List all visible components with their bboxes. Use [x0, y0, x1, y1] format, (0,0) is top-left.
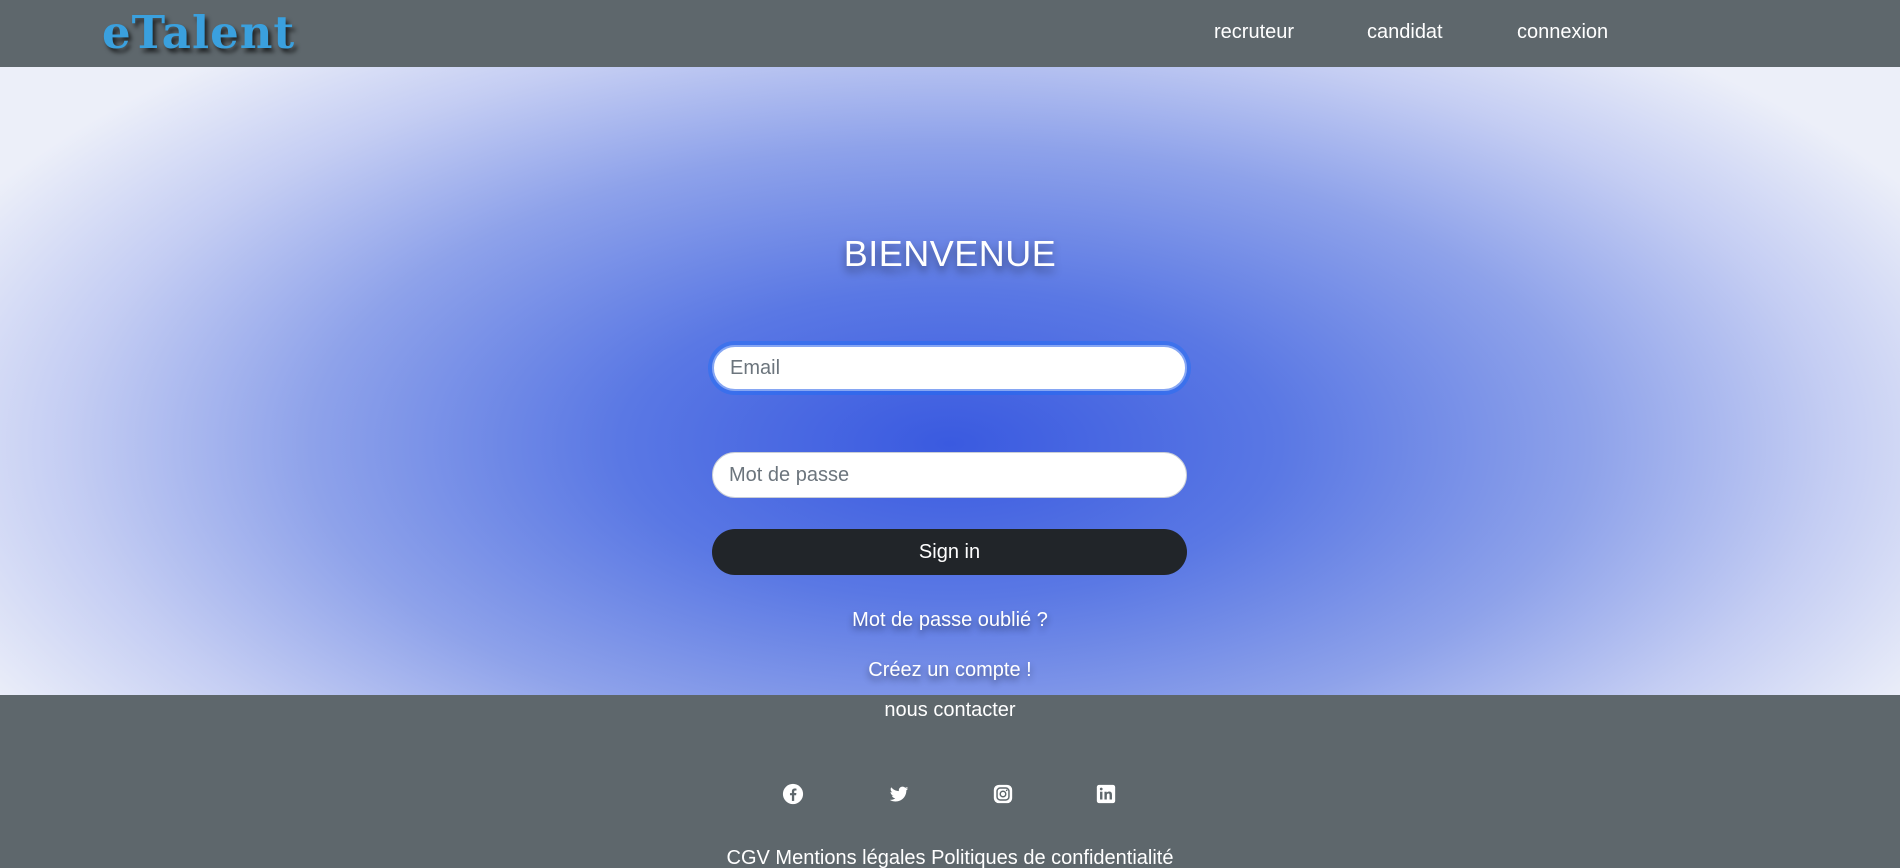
- forgot-password-row: Mot de passe oublié ?: [0, 609, 1900, 632]
- email-input[interactable]: [712, 345, 1187, 391]
- legal-links: CGV Mentions légales Politiques de confi…: [0, 847, 1900, 868]
- contact-link[interactable]: nous contacter: [884, 699, 1015, 721]
- footer: nous contacter CGV Mentions légales Poli…: [0, 695, 1900, 868]
- nav-link-candidat[interactable]: candidat: [1367, 21, 1443, 44]
- page-title: BIENVENUE: [843, 233, 1057, 274]
- password-input[interactable]: [712, 452, 1187, 498]
- create-account-row: Créez un compte !: [0, 659, 1900, 682]
- contact-row: nous contacter: [0, 699, 1900, 722]
- nav-link-recruteur[interactable]: recruteur: [1214, 21, 1294, 44]
- top-navbar: eTalent recruteur candidat connexion: [0, 0, 1900, 67]
- brand-logo[interactable]: eTalent: [102, 6, 295, 59]
- linkedin-icon[interactable]: [1095, 783, 1117, 805]
- facebook-icon[interactable]: [782, 783, 804, 805]
- sign-in-button[interactable]: Sign in: [712, 529, 1187, 575]
- instagram-icon[interactable]: [992, 783, 1014, 805]
- legal-notice-link[interactable]: Mentions légales: [775, 847, 925, 868]
- privacy-policy-link[interactable]: Politiques de confidentialité: [931, 847, 1173, 868]
- create-account-link[interactable]: Créez un compte !: [868, 659, 1031, 681]
- nav-link-connexion[interactable]: connexion: [1517, 21, 1608, 44]
- forgot-password-link[interactable]: Mot de passe oublié ?: [852, 609, 1048, 631]
- twitter-icon[interactable]: [888, 783, 910, 805]
- cgv-link[interactable]: CGV: [727, 847, 770, 868]
- login-hero: BIENVENUE Sign in Mot de passe oublié ? …: [0, 67, 1900, 695]
